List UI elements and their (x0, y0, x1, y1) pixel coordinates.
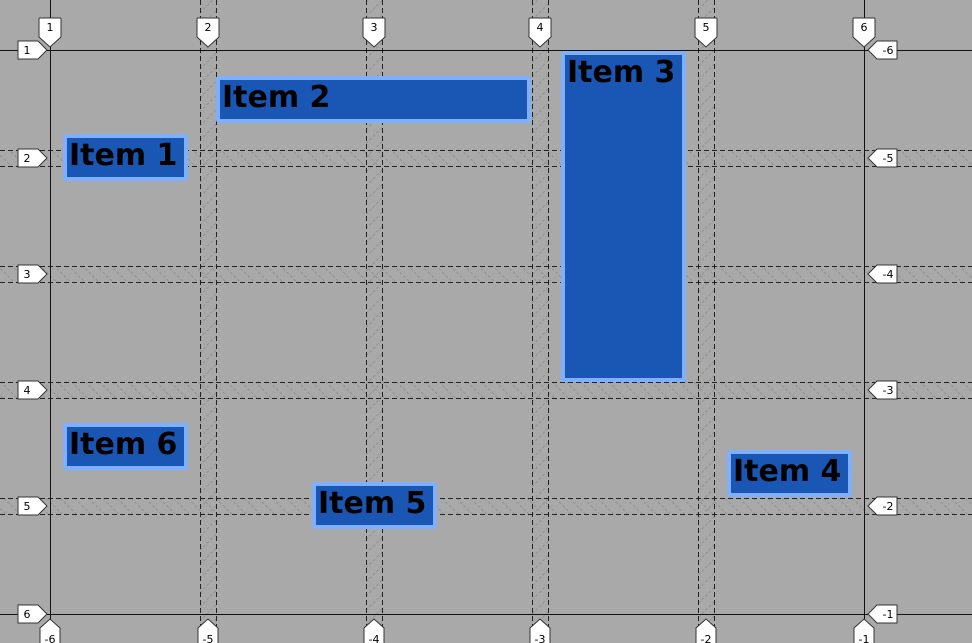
grid-item-4[interactable]: Item 4 (727, 450, 852, 497)
grid-item-1[interactable]: Item 1 (63, 134, 188, 181)
grid-item-label: Item 1 (69, 138, 178, 173)
grid-inspector-canvas: Item 1 Item 2 Item 3 Item 4 Item 5 Item … (0, 0, 972, 643)
grid-item-label: Item 2 (222, 80, 331, 115)
grid-item-label: Item 3 (567, 55, 676, 90)
grid-item-label: Item 6 (69, 427, 178, 462)
column-gap (200, 0, 216, 643)
row-gap (0, 498, 972, 514)
column-gap (698, 0, 714, 643)
row-gap (0, 382, 972, 398)
grid-item-label: Item 5 (318, 486, 427, 521)
grid-item-6[interactable]: Item 6 (63, 423, 188, 470)
column-gap (532, 0, 548, 643)
grid-item-2[interactable]: Item 2 (216, 76, 531, 123)
row-gap (0, 266, 972, 282)
grid-item-3[interactable]: Item 3 (561, 51, 686, 382)
grid-item-label: Item 4 (733, 454, 842, 489)
grid-item-5[interactable]: Item 5 (312, 482, 437, 529)
